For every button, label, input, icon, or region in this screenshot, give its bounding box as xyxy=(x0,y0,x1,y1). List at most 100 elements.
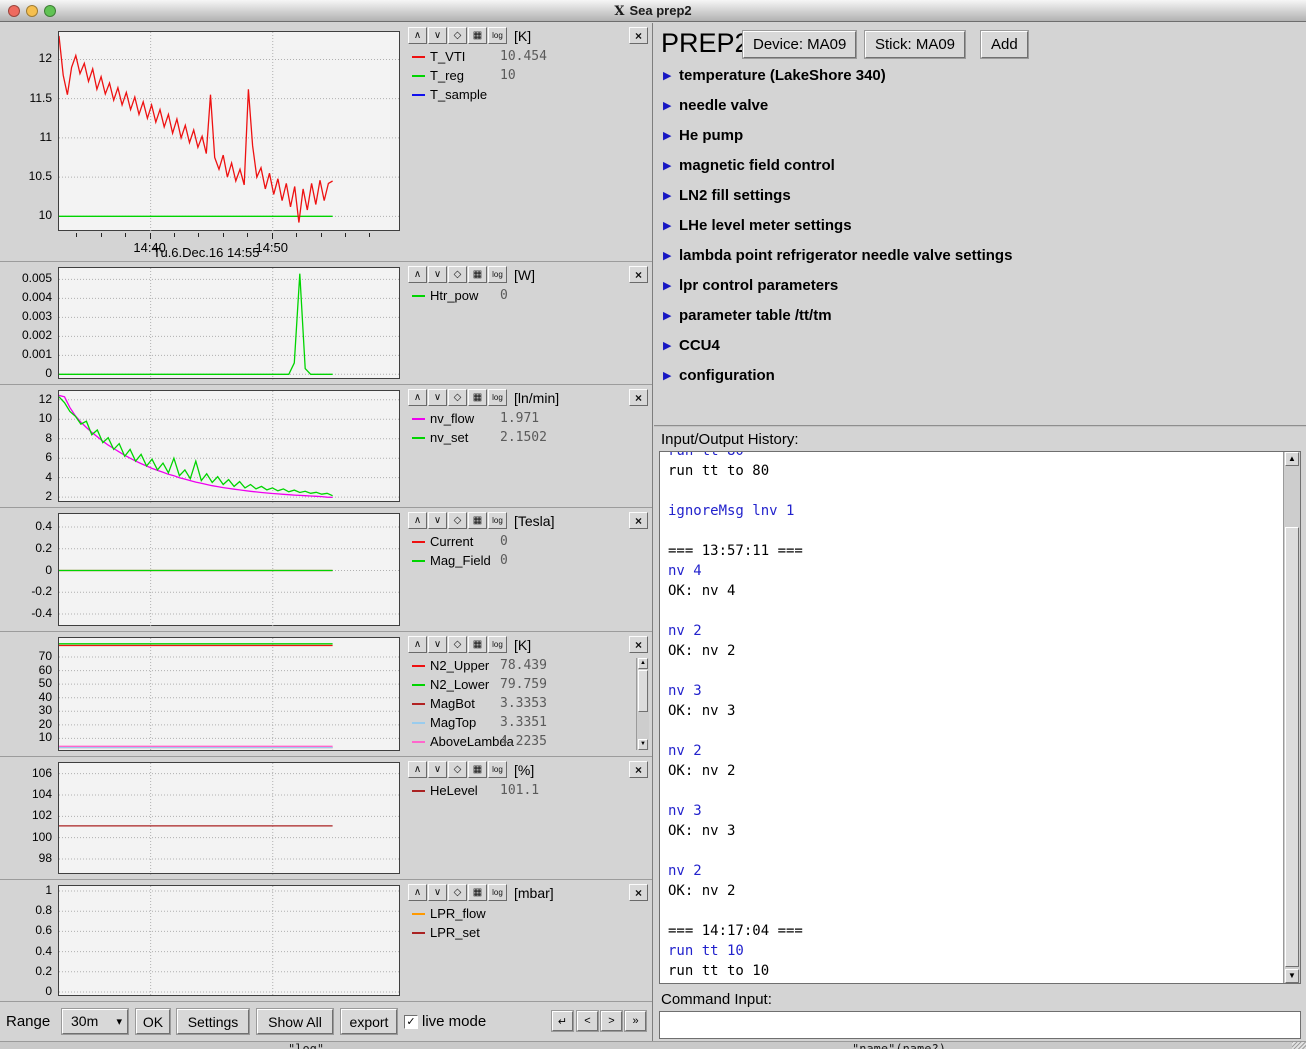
chart-plot-area[interactable] xyxy=(58,513,400,626)
chart-close-button[interactable]: × xyxy=(629,389,648,406)
chart-scale-up-button[interactable]: ∧ xyxy=(408,389,427,406)
chart-plot-area[interactable] xyxy=(58,637,400,751)
scroll-up-arrow[interactable]: ▲ xyxy=(638,658,648,669)
chart-scale-down-button[interactable]: ∨ xyxy=(428,266,447,283)
chart-close-button[interactable]: × xyxy=(629,27,648,44)
scroll-down-arrow[interactable]: ▼ xyxy=(1285,969,1299,983)
chart-scale-down-button[interactable]: ∨ xyxy=(428,27,447,44)
chart-grid-button[interactable]: ▦ xyxy=(468,761,487,778)
section-ln2-fill-settings[interactable]: ▶LN2 fill settings xyxy=(654,186,1306,210)
chart-grid-button[interactable]: ▦ xyxy=(468,389,487,406)
x-axis-tick xyxy=(369,233,370,237)
chart-log-button[interactable]: log xyxy=(488,512,507,529)
section-lambda-point-refrigerator-needle-valve-s[interactable]: ▶lambda point refrigerator needle valve … xyxy=(654,246,1306,270)
chart-grid-button[interactable]: ▦ xyxy=(468,636,487,653)
chart-close-button[interactable]: × xyxy=(629,512,648,529)
stick-button[interactable]: Stick: MA09 xyxy=(865,31,965,58)
chart-scale-up-button[interactable]: ∧ xyxy=(408,761,427,778)
chart-grid-button[interactable]: ▦ xyxy=(468,884,487,901)
io-history-box[interactable]: run tt 80run tt to 80 ignoreMsg lnv 1 ==… xyxy=(659,451,1301,984)
chart-log-button[interactable]: log xyxy=(488,266,507,283)
chart-plot-area[interactable] xyxy=(58,31,400,231)
chart-close-button[interactable]: × xyxy=(629,884,648,901)
section-temperature-lakeshore-340[interactable]: ▶temperature (LakeShore 340) xyxy=(654,66,1306,90)
zoom-window-button[interactable] xyxy=(44,5,56,17)
chart-autoscale-button[interactable]: ◇ xyxy=(448,389,467,406)
y-axis-label: 11.5 xyxy=(0,91,52,105)
chart-scale-down-button[interactable]: ∨ xyxy=(428,636,447,653)
chart-close-button[interactable]: × xyxy=(629,636,648,653)
nav-jump-to-now-button[interactable]: ↵ xyxy=(552,1011,573,1031)
section-parameter-table-tt-tm[interactable]: ▶parameter table /tt/tm xyxy=(654,306,1306,330)
legend-series-name: LPR_set xyxy=(430,925,480,940)
chart-scale-up-button[interactable]: ∧ xyxy=(408,636,427,653)
section-lhe-level-meter-settings[interactable]: ▶LHe level meter settings xyxy=(654,216,1306,240)
scroll-up-arrow[interactable]: ▲ xyxy=(1285,452,1299,466)
chart-scale-up-button[interactable]: ∧ xyxy=(408,512,427,529)
chart-plot-area[interactable] xyxy=(58,267,400,379)
section-he-pump[interactable]: ▶He pump xyxy=(654,126,1306,150)
section-configuration[interactable]: ▶configuration xyxy=(654,366,1306,390)
export-button[interactable]: export xyxy=(341,1009,397,1034)
chart-plot-area[interactable] xyxy=(58,390,400,502)
chart-scale-down-button[interactable]: ∨ xyxy=(428,884,447,901)
scroll-down-arrow[interactable]: ▼ xyxy=(638,739,648,750)
chart-scale-up-button[interactable]: ∧ xyxy=(408,266,427,283)
scrollbar-thumb[interactable] xyxy=(1285,527,1299,967)
y-axis-label: 0 xyxy=(0,984,52,998)
minimize-window-button[interactable] xyxy=(26,5,38,17)
device-button[interactable]: Device: MA09 xyxy=(743,31,856,58)
y-axis-label: 98 xyxy=(0,851,52,865)
live-mode-checkbox[interactable]: ✓ xyxy=(404,1015,418,1029)
section-needle-valve[interactable]: ▶needle valve xyxy=(654,96,1306,120)
history-scrollbar[interactable]: ▲ ▼ xyxy=(1283,452,1300,983)
show-all-button[interactable]: Show All xyxy=(257,1009,333,1034)
chart-plot-area[interactable] xyxy=(58,885,400,996)
chart-log-button[interactable]: log xyxy=(488,389,507,406)
command-input[interactable] xyxy=(659,1011,1301,1039)
chart-autoscale-button[interactable]: ◇ xyxy=(448,761,467,778)
nav-right-button[interactable]: > xyxy=(601,1011,622,1031)
ok-button[interactable]: OK xyxy=(136,1009,170,1034)
chart-autoscale-button[interactable]: ◇ xyxy=(448,636,467,653)
section-magnetic-field-control[interactable]: ▶magnetic field control xyxy=(654,156,1306,180)
y-axis-label: 11 xyxy=(0,130,52,144)
nav-end-button[interactable]: » xyxy=(625,1011,646,1031)
range-dropdown[interactable]: 30m ▾ xyxy=(62,1009,128,1034)
chart-plot-area[interactable] xyxy=(58,762,400,874)
chart-close-button[interactable]: × xyxy=(629,266,648,283)
y-axis-label: 10 xyxy=(0,411,52,425)
window-titlebar[interactable]: XSea prep2 xyxy=(0,0,1306,22)
close-window-button[interactable] xyxy=(8,5,20,17)
chart-log-button[interactable]: log xyxy=(488,27,507,44)
chart-grid-button[interactable]: ▦ xyxy=(468,27,487,44)
chart-log-button[interactable]: log xyxy=(488,884,507,901)
chart-log-button[interactable]: log xyxy=(488,761,507,778)
y-axis-label: 0.2 xyxy=(0,964,52,978)
resize-grip[interactable] xyxy=(1292,1042,1306,1049)
nav-left-button[interactable]: < xyxy=(577,1011,598,1031)
chart-close-button[interactable]: × xyxy=(629,761,648,778)
section-ccu4[interactable]: ▶CCU4 xyxy=(654,336,1306,360)
chart-log-button[interactable]: log xyxy=(488,636,507,653)
chart-scale-down-button[interactable]: ∨ xyxy=(428,512,447,529)
chart-autoscale-button[interactable]: ◇ xyxy=(448,512,467,529)
section-lpr-control-parameters[interactable]: ▶lpr control parameters xyxy=(654,276,1306,300)
chart-scale-up-button[interactable]: ∧ xyxy=(408,27,427,44)
y-axis-label: 100 xyxy=(0,830,52,844)
legend-color-dash xyxy=(412,75,425,77)
chart-autoscale-button[interactable]: ◇ xyxy=(448,27,467,44)
x-axis-tick xyxy=(174,233,175,237)
chart-scale-up-button[interactable]: ∧ xyxy=(408,884,427,901)
pane-divider[interactable] xyxy=(654,425,1306,427)
chart-autoscale-button[interactable]: ◇ xyxy=(448,266,467,283)
chart-grid-button[interactable]: ▦ xyxy=(468,512,487,529)
legend-scrollbar[interactable]: ▲▼ xyxy=(636,658,649,750)
settings-button[interactable]: Settings xyxy=(177,1009,249,1034)
chart-scale-down-button[interactable]: ∨ xyxy=(428,761,447,778)
chart-autoscale-button[interactable]: ◇ xyxy=(448,884,467,901)
scrollbar-thumb[interactable] xyxy=(638,670,648,712)
chart-scale-down-button[interactable]: ∨ xyxy=(428,389,447,406)
add-button[interactable]: Add xyxy=(981,31,1028,58)
chart-grid-button[interactable]: ▦ xyxy=(468,266,487,283)
